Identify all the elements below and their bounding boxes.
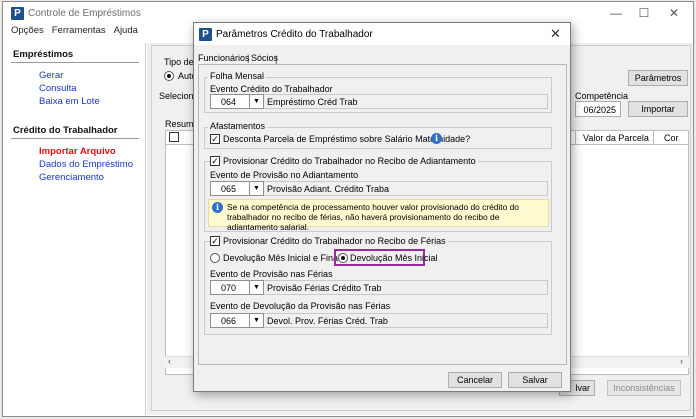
dialog-title: Parâmetros Crédito do Trabalhador — [216, 29, 373, 40]
folha-mensal-label: Folha Mensal — [208, 71, 267, 81]
evento-devolucao-label: Evento de Devolução da Provisão nas Féri… — [210, 301, 391, 311]
tab-socios-label: Sócios — [251, 53, 279, 63]
chevron-down-icon[interactable]: ▼ — [250, 181, 264, 196]
evento-adiantamento-desc: Provisão Adiant. Crédito Traba — [264, 181, 548, 196]
dialog-close-icon[interactable]: ✕ — [550, 26, 561, 42]
sidebar-link-baixa-lote[interactable]: Baixa em Lote — [39, 96, 100, 107]
select-all-checkbox[interactable] — [169, 132, 179, 142]
evento-adiantamento-code[interactable]: 065 — [210, 181, 250, 196]
tab-separator: | — [275, 54, 278, 64]
sidebar-link-gerenciamento[interactable]: Gerenciamento — [39, 172, 104, 183]
maternidade-checkbox[interactable]: ✓ — [210, 134, 220, 144]
adiantamento-label: Provisionar Crédito do Trabalhador no Re… — [221, 156, 478, 166]
adiantamento-checkbox[interactable]: ✓ — [210, 156, 220, 166]
evento-credito-desc: Empréstimo Créd Trab — [264, 94, 548, 109]
sidebar-link-gerar[interactable]: Gerar — [39, 70, 63, 81]
menu-bar: Opções Ferramentas Ajuda — [11, 25, 146, 41]
divider — [11, 62, 139, 63]
evento-provisao-ferias-desc: Provisão Férias Crédito Trab — [264, 280, 548, 295]
info-icon: i — [212, 202, 223, 213]
auto-radio[interactable] — [164, 71, 174, 81]
tab-funcionarios-label: Funcionários — [198, 53, 250, 63]
scroll-left-icon[interactable]: ‹ — [168, 356, 171, 366]
parametros-dialog: P Parâmetros Crédito do Trabalhador ✕ Fu… — [193, 22, 571, 392]
radio-mes-inicial-final-label: Devolução Mês Inicial e Final — [223, 253, 341, 263]
sidebar-section-emprestimos: Empréstimos — [13, 49, 74, 60]
cancel-button[interactable]: Cancelar — [448, 372, 502, 388]
main-title-bar: P Controle de Empréstimos — ☐ ✕ — [3, 2, 693, 24]
close-icon[interactable]: ✕ — [659, 3, 689, 23]
dialog-title-bar: P Parâmetros Crédito do Trabalhador ✕ — [194, 23, 570, 45]
importar-button[interactable]: Importar — [628, 101, 688, 117]
app-logo-icon: P — [11, 7, 24, 20]
evento-credito-label: Evento Crédito do Trabalhador — [210, 84, 333, 94]
chevron-down-icon[interactable]: ▼ — [250, 313, 264, 328]
tab-funcionarios[interactable]: Funcionários — [198, 53, 250, 63]
minimize-icon[interactable]: — — [601, 3, 631, 23]
info-note-text: Se na competência de processamento houve… — [227, 202, 519, 232]
evento-provisao-ferias-label: Evento de Provisão nas Férias — [210, 269, 333, 279]
radio-mes-inicial-final[interactable] — [210, 253, 220, 263]
tipo-label: Tipo de — [164, 57, 194, 67]
info-icon[interactable]: i — [431, 133, 442, 144]
radio-mes-inicial-label: Devolução Mês Inicial — [350, 253, 438, 263]
competencia-label: Competência — [575, 91, 629, 101]
scroll-right-icon[interactable]: › — [680, 356, 683, 366]
col-divider — [653, 130, 654, 145]
menu-ferramentas[interactable]: Ferramentas — [52, 25, 106, 36]
col-cor[interactable]: Cor — [664, 133, 679, 143]
window-title: Controle de Empréstimos — [28, 8, 141, 19]
evento-devolucao-desc: Devol. Prov. Férias Créd. Trab — [264, 313, 548, 328]
evento-provisao-ferias-code[interactable]: 070 — [210, 280, 250, 295]
chevron-down-icon[interactable]: ▼ — [250, 94, 264, 109]
competencia-input[interactable]: 06/2025 — [575, 101, 621, 117]
parametros-button[interactable]: Parâmetros — [628, 70, 688, 86]
sidebar-link-consulta[interactable]: Consulta — [39, 83, 77, 94]
ferias-checkbox[interactable]: ✓ — [210, 236, 220, 246]
dialog-logo-icon: P — [199, 28, 212, 41]
sidebar-section-credito: Crédito do Trabalhador — [13, 125, 118, 136]
sidebar-link-dados-emprestimo[interactable]: Dados do Empréstimo — [39, 159, 133, 170]
ferias-label: Provisionar Crédito do Trabalhador no Re… — [221, 236, 448, 246]
inconsistencias-button[interactable]: Inconsistências — [607, 380, 681, 396]
sidebar: Empréstimos Gerar Consulta Baixa em Lote… — [3, 43, 146, 415]
col-valor-parcela[interactable]: Valor da Parcela — [583, 133, 649, 143]
evento-devolucao-code[interactable]: 066 — [210, 313, 250, 328]
maximize-icon[interactable]: ☐ — [629, 3, 659, 23]
afastamentos-label: Afastamentos — [208, 121, 268, 131]
sidebar-link-importar-arquivo[interactable]: Importar Arquivo — [39, 146, 116, 157]
chevron-down-icon[interactable]: ▼ — [250, 280, 264, 295]
menu-opcoes[interactable]: Opções — [11, 25, 44, 36]
save-button[interactable]: Salvar — [508, 372, 562, 388]
evento-adiantamento-label: Evento de Provisão no Adiantamento — [210, 170, 359, 180]
evento-credito-code[interactable]: 064 — [210, 94, 250, 109]
col-divider — [575, 130, 576, 145]
divider — [11, 138, 139, 139]
menu-ajuda[interactable]: Ajuda — [114, 25, 138, 36]
tab-socios[interactable]: Sócios — [251, 53, 278, 63]
radio-mes-inicial[interactable] — [338, 253, 348, 263]
tab-separator: | — [247, 53, 250, 63]
